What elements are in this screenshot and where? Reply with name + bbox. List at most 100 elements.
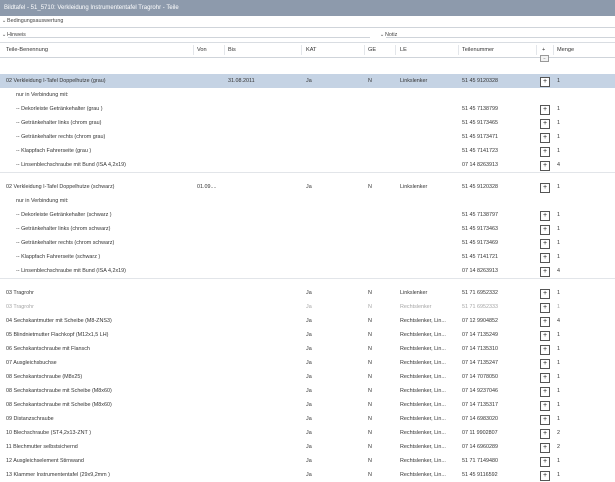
cell-nummer: 51 45 7141721: [462, 254, 498, 260]
cell-nummer: 07 12 9904852: [462, 318, 498, 324]
table-row[interactable]: 12 Ausgleichselement Stirnwand Ja N Rechtsl…: [0, 454, 615, 468]
col-header-teilenummer[interactable]: Teilenummer: [462, 43, 494, 57]
cell-le: Rechtslenker, Lin...: [400, 332, 446, 338]
col-header-menge[interactable]: Menge: [557, 43, 574, 57]
table-row[interactable]: 04 Sechskantmutter mit Scheibe (M8-ZNS3)…: [0, 314, 615, 328]
table-row[interactable]: 07 Ausgleichsbuchse Ja N Rechtslenker, Lin.…: [0, 356, 615, 370]
add-all-icon[interactable]: −: [540, 55, 549, 62]
table-row[interactable]: -- Getränkehalter links (chrom grau) 51 4…: [0, 116, 615, 130]
cell-nummer: 07 14 7078050: [462, 374, 498, 380]
window-title: Bildtafel - 51_5710: Verkleidung Instrum…: [4, 5, 179, 11]
table-row[interactable]: -- Dekorleiste Getränkehalter (grau ) 51 …: [0, 102, 615, 116]
add-to-cart-icon[interactable]: +: [540, 289, 550, 299]
col-header-ge[interactable]: GE: [368, 43, 376, 57]
table-row[interactable]: -- Getränkehalter rechts (chrom grau) 51 …: [0, 130, 615, 144]
table-row[interactable]: 08 Sechskantschraube mit Scheibe (M8x60)…: [0, 384, 615, 398]
table-row[interactable]: 08 Sechskantschraube (M8x25) Ja N Rechtslen…: [0, 370, 615, 384]
cell-ge: N: [368, 304, 372, 310]
cell-ge: N: [368, 332, 372, 338]
cell-le: Linkslenker: [400, 184, 428, 190]
section-label: Bedingungsauswertung: [7, 18, 64, 24]
add-to-cart-icon[interactable]: +: [540, 457, 550, 467]
cell-name: 04 Sechskantmutter mit Scheibe (M8-ZNS3): [6, 318, 112, 324]
cell-name: -- Klappfach Fahrerseite (grau ): [16, 148, 92, 154]
add-to-cart-icon[interactable]: +: [540, 345, 550, 355]
add-to-cart-icon[interactable]: +: [540, 317, 550, 327]
table-row[interactable]: nur in Verbindung mit:: [0, 88, 615, 102]
col-header-kat[interactable]: KAT: [306, 43, 316, 57]
add-to-cart-icon[interactable]: +: [540, 161, 550, 171]
cell-le: Rechtslenker, Lin...: [400, 346, 446, 352]
col-header-le[interactable]: LE: [400, 43, 407, 57]
table-row[interactable]: 03 Tragrohr Ja N Rechtslenker 51 71 6952333 1…: [0, 300, 615, 314]
add-to-cart-icon[interactable]: +: [540, 119, 550, 129]
table-row[interactable]: 08 Sechskantschraube mit Scheibe (M8x60)…: [0, 398, 615, 412]
cell-nummer: 51 45 7138799: [462, 106, 498, 112]
cell-menge: 1: [557, 240, 560, 246]
add-to-cart-icon[interactable]: +: [540, 225, 550, 235]
col-header-name[interactable]: Teile-Benennung: [6, 43, 48, 57]
add-to-cart-icon[interactable]: +: [540, 77, 550, 87]
col-header-von[interactable]: Von: [197, 43, 207, 57]
cell-nummer: 51 45 9173469: [462, 240, 498, 246]
cell-ge: N: [368, 290, 372, 296]
table-row[interactable]: 09 Distanzschraube Ja N Rechtslenker, Lin..…: [0, 412, 615, 426]
section-bedingungsauswertung[interactable]: ⌄Bedingungsauswertung: [0, 16, 615, 26]
col-header-bis[interactable]: Bis: [228, 43, 236, 57]
table-row[interactable]: -- Dekorleiste Getränkehalter (schwarz )…: [0, 208, 615, 222]
cell-menge: 1: [557, 212, 560, 218]
cell-ge: N: [368, 318, 372, 324]
add-to-cart-icon[interactable]: +: [540, 303, 550, 313]
table-row[interactable]: 10 Blechschraube (ST4,2x13-ZNT ) Ja N Recht…: [0, 426, 615, 440]
table-row[interactable]: 02 Verkleidung I-Tafel Doppelhutze (grau…: [0, 74, 615, 88]
add-to-cart-icon[interactable]: +: [540, 211, 550, 221]
table-row[interactable]: -- Linsenblechschraube mit Bund (ISA 4,2…: [0, 158, 615, 172]
cell-menge: 4: [557, 318, 560, 324]
add-to-cart-icon[interactable]: +: [540, 373, 550, 383]
cell-ge: N: [368, 78, 372, 84]
table-row[interactable]: -- Klappfach Fahrerseite (grau ) 51 45 71…: [0, 144, 615, 158]
cell-name: -- Getränkehalter rechts (chrom grau): [16, 134, 106, 140]
table-row[interactable]: -- Linsenblechschraube mit Bund (ISA 4,2…: [0, 264, 615, 278]
table-row[interactable]: nur in Verbindung mit:: [0, 194, 615, 208]
cell-le: Rechtslenker, Lin...: [400, 430, 446, 436]
section-hinweis[interactable]: ⌄Hinweis: [0, 30, 370, 40]
cell-le: Rechtslenker: [400, 304, 432, 310]
cell-name: 03 Tragrohr: [6, 304, 34, 310]
table-row[interactable]: -- Getränkehalter links (chrom schwarz) 5…: [0, 222, 615, 236]
add-to-cart-icon[interactable]: +: [540, 387, 550, 397]
add-to-cart-icon[interactable]: +: [540, 331, 550, 341]
table-row[interactable]: 06 Sechskantschraube mit Flansch Ja N Recht…: [0, 342, 615, 356]
table-row[interactable]: -- Klappfach Fahrerseite (schwarz ) 51 45…: [0, 250, 615, 264]
add-to-cart-icon[interactable]: +: [540, 133, 550, 143]
add-to-cart-icon[interactable]: +: [540, 105, 550, 115]
add-to-cart-icon[interactable]: +: [540, 415, 550, 425]
add-to-cart-icon[interactable]: +: [540, 239, 550, 249]
cell-menge: 1: [557, 226, 560, 232]
cell-name: 08 Sechskantschraube mit Scheibe (M8x60): [6, 402, 112, 408]
cell-name: 08 Sechskantschraube (M8x25): [6, 374, 83, 380]
add-to-cart-icon[interactable]: +: [540, 401, 550, 411]
cell-name: 03 Tragrohr: [6, 290, 34, 296]
cell-nummer: 07 14 8263913: [462, 268, 498, 274]
add-to-cart-icon[interactable]: +: [540, 359, 550, 369]
cell-le: Rechtslenker, Lin...: [400, 318, 446, 324]
cell-menge: 4: [557, 162, 560, 168]
add-to-cart-icon[interactable]: +: [540, 267, 550, 277]
add-to-cart-icon[interactable]: +: [540, 429, 550, 439]
add-to-cart-icon[interactable]: +: [540, 253, 550, 263]
table-row[interactable]: -- Getränkehalter rechts (chrom schwarz)…: [0, 236, 615, 250]
add-to-cart-icon[interactable]: +: [540, 183, 550, 193]
table-row[interactable]: 11 Blechmutter selbstsichernd Ja N Rechtsle…: [0, 440, 615, 454]
divider: [0, 27, 615, 28]
cell-menge: 1: [557, 254, 560, 260]
cell-kat: Ja: [306, 78, 312, 84]
section-notiz[interactable]: ⌄Notiz: [378, 30, 615, 40]
table-row[interactable]: 03 Tragrohr Ja N Linkslenker 51 71 6952332 1 +: [0, 286, 615, 300]
table-header: Teile-Benennung Von Bis KAT GE LE Teilen…: [0, 42, 615, 58]
table-row[interactable]: 02 Verkleidung I-Tafel Doppelhutze (schw…: [0, 180, 615, 194]
add-to-cart-icon[interactable]: +: [540, 443, 550, 453]
add-to-cart-icon[interactable]: +: [540, 147, 550, 157]
cell-name: 02 Verkleidung I-Tafel Doppelhutze (grau…: [6, 78, 106, 84]
table-row[interactable]: 05 Blindnietmutter Flachkopf (M12x1,5 LH…: [0, 328, 615, 342]
